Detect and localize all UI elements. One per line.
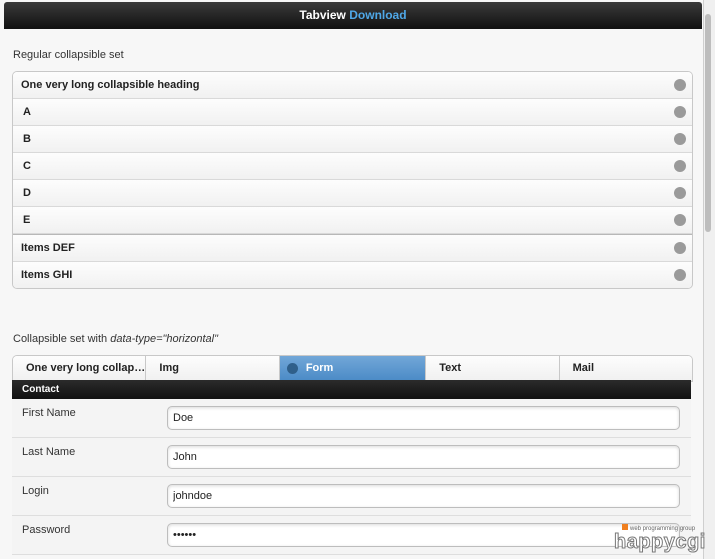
collapsible-heading[interactable]: A bbox=[13, 99, 692, 126]
field-label: Last Name bbox=[22, 446, 76, 458]
field-label: First Name bbox=[22, 407, 76, 419]
collapsible-heading-label: B bbox=[23, 133, 31, 145]
regular-collapsible-set: One very long collapsible heading A B C D E It… bbox=[12, 71, 693, 289]
field-label: Login bbox=[22, 485, 49, 497]
toolbar-header: Tabview Download bbox=[4, 2, 702, 29]
collapsible-heading[interactable]: C bbox=[13, 153, 692, 180]
expand-icon bbox=[674, 269, 686, 281]
expand-icon bbox=[674, 106, 686, 118]
password-input[interactable] bbox=[167, 523, 680, 547]
expand-icon bbox=[674, 214, 686, 226]
last-name-input[interactable] bbox=[167, 445, 680, 469]
collapsible-heading[interactable]: One very long collapsible heading bbox=[13, 72, 692, 99]
tab-label: One very long collapsible heading bbox=[26, 362, 145, 374]
vertical-scrollbar[interactable] bbox=[704, 0, 715, 559]
collapsible-heading[interactable]: Items DEF bbox=[13, 234, 692, 262]
tab-label: Img bbox=[159, 362, 179, 374]
collapsible-heading[interactable]: Items GHI bbox=[13, 262, 692, 288]
first-name-input[interactable] bbox=[167, 406, 680, 430]
collapsible-heading-label: E bbox=[23, 214, 31, 226]
form-row: First Name bbox=[12, 399, 691, 438]
tab-mail[interactable]: Mail bbox=[559, 356, 692, 381]
horizontal-tabs: One very long collapsible heading Img Form… bbox=[12, 355, 693, 382]
form-row: Password bbox=[12, 516, 691, 555]
collapsible-heading-label: D bbox=[23, 187, 31, 199]
collapsible-heading-label: C bbox=[23, 160, 31, 172]
form-row: Login bbox=[12, 477, 691, 516]
tab-one[interactable]: One very long collapsible heading bbox=[13, 356, 147, 381]
tab-label: Form bbox=[305, 362, 334, 374]
collapsible-heading[interactable]: E bbox=[13, 207, 692, 234]
horizontal-label-prefix: Collapsible set with bbox=[13, 333, 111, 345]
download-link[interactable]: Download bbox=[349, 8, 406, 22]
scrollbar-thumb[interactable] bbox=[705, 14, 711, 232]
contact-bar: Contact bbox=[12, 380, 691, 399]
collapsible-heading-label: A bbox=[23, 106, 31, 118]
page: Tabview Download Regular collapsible set… bbox=[0, 0, 704, 559]
collapsible-heading-label: Items DEF bbox=[21, 242, 75, 254]
tab-img[interactable]: Img bbox=[146, 356, 280, 381]
watermark-brand: happycgi bbox=[614, 531, 706, 553]
expand-icon bbox=[674, 242, 686, 254]
tab-form[interactable]: Form bbox=[279, 356, 427, 381]
form-row: Last Name bbox=[12, 438, 691, 477]
collapsible-heading-label: Items GHI bbox=[21, 269, 73, 281]
watermark-logo: web programming group happycgi bbox=[614, 524, 706, 553]
collapsible-heading[interactable]: D bbox=[13, 180, 692, 207]
expand-icon bbox=[674, 79, 686, 91]
header-title: Tabview bbox=[299, 8, 346, 22]
logo-square-icon bbox=[622, 524, 628, 530]
horizontal-label-code: data-type="horizontal" bbox=[110, 333, 219, 345]
regular-set-label: Regular collapsible set bbox=[13, 49, 124, 61]
expand-icon bbox=[674, 133, 686, 145]
expand-icon bbox=[674, 187, 686, 199]
tab-text[interactable]: Text bbox=[426, 356, 560, 381]
field-label: Password bbox=[22, 524, 71, 536]
tab-label: Text bbox=[439, 362, 462, 374]
horizontal-set-label: Collapsible set with data-type="horizont… bbox=[13, 333, 218, 345]
login-input[interactable] bbox=[167, 484, 680, 508]
active-tab-icon bbox=[286, 363, 298, 374]
collapsible-heading-label: One very long collapsible heading bbox=[21, 79, 200, 91]
expand-icon bbox=[674, 160, 686, 172]
contact-form: First Name Last Name Login Password bbox=[12, 399, 691, 555]
collapsible-heading[interactable]: B bbox=[13, 126, 692, 153]
tab-label: Mail bbox=[572, 362, 595, 374]
